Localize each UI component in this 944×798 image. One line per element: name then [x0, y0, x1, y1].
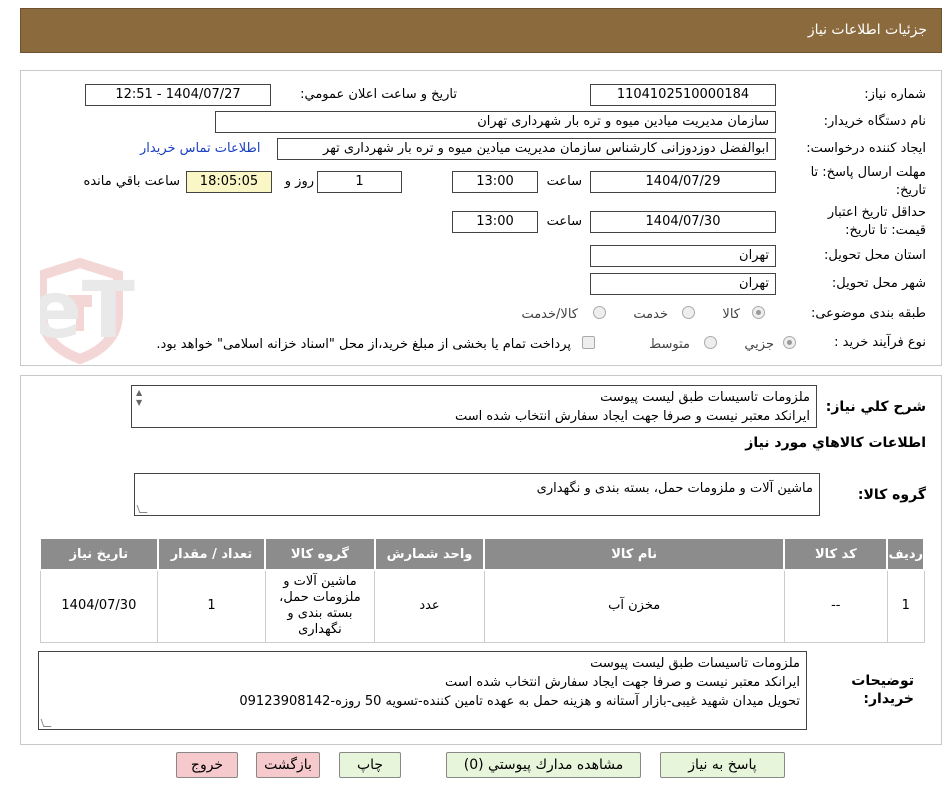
price-validity-time-label: ساعت [546, 214, 582, 229]
exit-button[interactable]: خروج [176, 752, 238, 778]
col-row: رديف [886, 537, 925, 571]
requester-label: ايجاد كننده درخواست: [806, 141, 926, 156]
col-group: گروه كالا [264, 537, 376, 571]
category-option-service: خدمت [633, 307, 668, 322]
back-button[interactable]: بازگشت [256, 752, 320, 778]
col-date: تاريخ نياز [39, 537, 159, 571]
page-title: جزئیات اطلاعات نیاز [807, 22, 927, 38]
city-label: شهر محل تحويل: [831, 276, 926, 291]
city-field: تهران [590, 273, 776, 295]
need-number-field: 1104102510000184 [590, 84, 776, 106]
goods-table: رديف كد كالا نام كالا واحد شمارش گروه كا… [39, 537, 925, 643]
process-radio-medium[interactable] [704, 336, 717, 349]
reply-deadline-time: 13:00 [452, 171, 538, 193]
cell-row: 1 [886, 569, 925, 643]
category-option-goods: كالا [722, 307, 740, 322]
goods-group-textarea: ماشین آلات و ملزومات حمل، بسته بندی و نگ… [134, 473, 820, 516]
description-label: شرح كلي نياز: [825, 399, 926, 415]
resize-handle-icon[interactable] [40, 719, 52, 727]
buyer-notes-label-2: خريدار: [863, 691, 914, 707]
buyer-notes-textarea: ملزومات تاسیسات طبق لیست پیوست ایرانکد م… [38, 651, 807, 730]
buyer-notes-line-3: تحویل میدان شهید غیبی-بازار آستانه و هزی… [239, 694, 800, 709]
goods-section-title: اطلاعات كالاهاي مورد نياز [745, 435, 926, 451]
buyer-notes-line-2: ایرانکد معتبر نیست و صرفا جهت ایجاد سفار… [444, 675, 800, 690]
process-option-minor: جزيي [744, 337, 774, 352]
goods-table-header: رديف كد كالا نام كالا واحد شمارش گروه كا… [39, 537, 925, 571]
purchase-process-label: نوع فرآيند خريد : [834, 335, 926, 350]
cell-unit: عدد [374, 569, 485, 643]
remaining-time-label: ساعت باقي مانده [83, 174, 180, 189]
announce-label: تاریخ و ساعت اعلان عمومي: [300, 87, 457, 102]
goods-group-label: گروه كالا: [857, 487, 926, 503]
cell-code: -- [783, 569, 888, 643]
price-validity-time: 13:00 [452, 211, 538, 233]
buyer-org-label: نام دستگاه خريدار: [823, 114, 926, 129]
col-qty: تعداد / مقدار [156, 537, 267, 571]
category-label: طبقه بندی موضوعی: [810, 306, 926, 321]
province-field: تهران [590, 245, 776, 267]
table-row: 1 -- مخزن آب عدد ماشین آلات و ملزومات حم… [39, 569, 925, 643]
process-option-medium: متوسط [649, 337, 690, 352]
requester-field: ابوالفضل دوزدوزانی کارشناس سازمان مدیریت… [277, 138, 776, 160]
page-header: جزئیات اطلاعات نیاز [20, 8, 942, 53]
process-radio-minor[interactable] [783, 336, 796, 349]
print-button[interactable]: چاپ [339, 752, 401, 778]
days-label: روز و [284, 174, 314, 189]
announce-field: 1404/07/27 - 12:51 [85, 84, 271, 106]
description-line-1: ملزومات تاسیسات طبق لیست پیوست [600, 390, 810, 405]
description-line-2: ایرانکد معتبر نیست و صرفا جهت ایجاد سفار… [454, 409, 810, 424]
reply-button[interactable]: پاسخ به نياز [660, 752, 785, 778]
category-radio-goods[interactable] [752, 306, 765, 319]
buyer-notes-line-1: ملزومات تاسیسات طبق لیست پیوست [590, 656, 800, 671]
treasury-note: پرداخت تمام يا بخشی از مبلغ خريد،از محل … [156, 337, 571, 352]
resize-handle-icon[interactable] [136, 505, 148, 513]
reply-deadline-date: 1404/07/29 [590, 171, 776, 193]
category-radio-both[interactable] [593, 306, 606, 319]
reply-deadline-time-label: ساعت [546, 174, 582, 189]
goods-group-value: ماشین آلات و ملزومات حمل، بسته بندی و نگ… [536, 481, 813, 496]
scroll-arrows-icon[interactable]: ▲ ▼ [136, 388, 142, 408]
province-label: استان محل تحويل: [824, 248, 926, 263]
col-unit: واحد شمارش [373, 537, 486, 571]
cell-date: 1404/07/30 [39, 569, 159, 643]
cell-name: مخزن آب [483, 569, 785, 643]
price-validity-label-1: حداقل تاريخ اعتبار [827, 205, 926, 220]
price-validity-date: 1404/07/30 [590, 211, 776, 233]
description-textarea: ملزومات تاسیسات طبق لیست پیوست ایرانکد م… [131, 385, 817, 428]
remaining-time: 18:05:05 [186, 171, 272, 193]
col-code: كد كالا [783, 537, 889, 571]
need-number-label: شماره نیاز: [864, 87, 926, 102]
reply-deadline-label-1: مهلت ارسال پاسخ: تا [810, 165, 926, 180]
cell-qty: 1 [157, 569, 266, 643]
category-option-both: كالا/خدمت [521, 307, 578, 322]
treasury-checkbox[interactable] [582, 336, 595, 349]
remaining-days: 1 [317, 171, 402, 193]
price-validity-label-2: قيمت: تا تاريخ: [845, 223, 926, 238]
reply-deadline-label-2: تاريخ: [895, 183, 926, 198]
col-name: نام كالا [483, 537, 786, 571]
cell-group: ماشین آلات و ملزومات حمل، بسته بندی و نگ… [264, 569, 376, 643]
category-radio-service[interactable] [682, 306, 695, 319]
buyer-notes-label-1: توضيحات [851, 673, 914, 689]
buyer-org-field: سازمان مدیریت میادین میوه و تره بار شهرد… [215, 111, 776, 133]
attachments-button[interactable]: مشاهده مدارك پيوستي (0) [446, 752, 641, 778]
buyer-contact-link[interactable]: اطلاعات تماس خريدار [140, 141, 260, 156]
